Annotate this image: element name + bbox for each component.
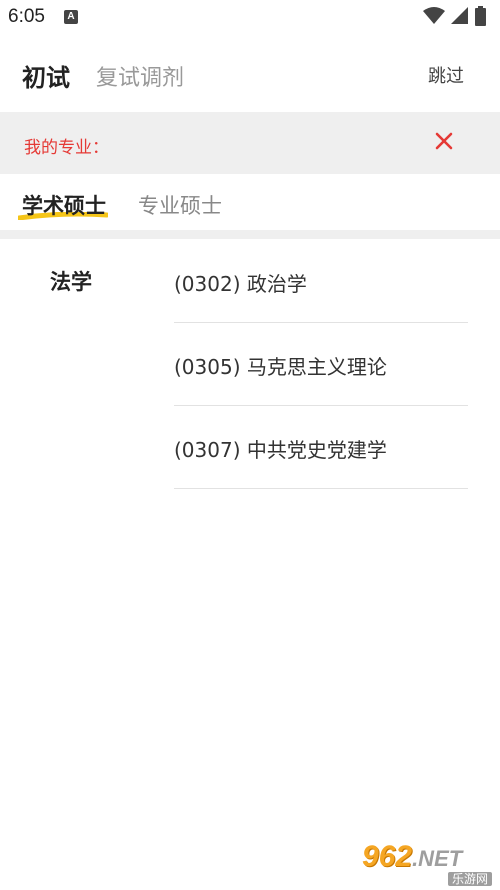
status-time: 6:05	[8, 6, 45, 27]
my-major-label: 我的专业：	[24, 138, 109, 158]
major-list: (0302) 政治学 (0305) 马克思主义理论 (0307) 中共党史党建学	[174, 240, 468, 489]
signal-icon	[451, 7, 468, 24]
tab-retest-adjust[interactable]: 复试调剂	[96, 60, 184, 92]
close-icon[interactable]	[432, 129, 456, 153]
wifi-icon	[423, 7, 445, 24]
watermark-logo: 962.NET 乐游网	[362, 840, 492, 886]
top-header: 初试 复试调剂 跳过	[0, 36, 500, 112]
tab-professional-master[interactable]: 专业硕士	[138, 190, 222, 220]
watermark-subtitle: 乐游网	[447, 872, 492, 886]
category-label[interactable]: 法学	[50, 266, 92, 296]
tab-academic-master[interactable]: 学术硕士	[22, 190, 106, 220]
status-icons	[423, 6, 486, 26]
battery-icon	[475, 6, 486, 26]
app-screen: 6:05 A 初试 复试调剂 跳过 我的专业： 学术硕士 专业硕士 法学 (03…	[0, 0, 500, 890]
section-divider	[0, 230, 500, 239]
tab-initial-exam[interactable]: 初试	[22, 58, 70, 93]
list-item-major[interactable]: (0302) 政治学	[174, 240, 468, 323]
list-item-major[interactable]: (0305) 马克思主义理论	[174, 323, 468, 406]
my-major-bar: 我的专业：	[0, 112, 500, 174]
skip-button[interactable]: 跳过	[428, 62, 464, 88]
status-bar: 6:05 A	[0, 0, 500, 36]
watermark-suffix: .NET	[412, 846, 463, 871]
degree-tabs: 学术硕士 专业硕士	[0, 174, 500, 230]
notification-icon: A	[64, 10, 78, 24]
watermark-brand: 962	[362, 840, 413, 873]
list-item-major[interactable]: (0307) 中共党史党建学	[174, 406, 468, 489]
